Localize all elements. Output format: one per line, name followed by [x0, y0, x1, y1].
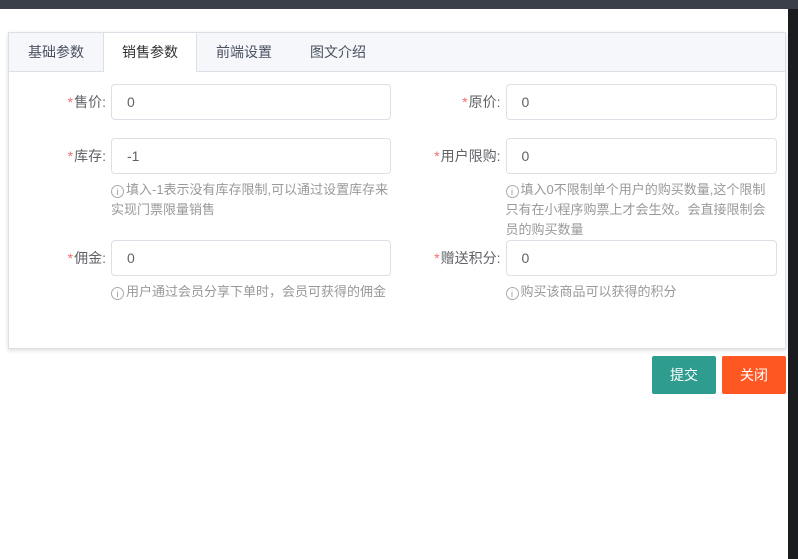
- info-icon: [506, 185, 519, 198]
- tab-basic-params[interactable]: 基础参数: [9, 33, 103, 71]
- price-label: *售价:: [9, 84, 111, 120]
- commission-hint: 用户通过会员分享下单时，会员可获得的佣金: [111, 282, 391, 302]
- required-marker: *: [68, 94, 73, 110]
- required-marker: *: [68, 148, 73, 164]
- original-price-field: *原价:: [396, 84, 783, 120]
- tab-sales-params[interactable]: 销售参数: [103, 33, 197, 71]
- modal-content: 基础参数 销售参数 前端设置 图文介绍 *售价: *原价:: [8, 32, 786, 394]
- commission-label: *佣金:: [9, 240, 111, 276]
- action-bar: 提交 关闭: [8, 356, 786, 394]
- commission-input[interactable]: [111, 240, 391, 276]
- tab-frontend-settings[interactable]: 前端设置: [197, 33, 291, 71]
- points-label: *赠送积分:: [396, 240, 506, 276]
- tab-bar: 基础参数 销售参数 前端设置 图文介绍: [9, 33, 785, 72]
- form-row: *售价: *原价:: [9, 84, 782, 120]
- price-input[interactable]: [111, 84, 391, 120]
- tabs-card: 基础参数 销售参数 前端设置 图文介绍 *售价: *原价:: [8, 32, 786, 349]
- submit-button[interactable]: 提交: [652, 356, 716, 394]
- required-marker: *: [462, 94, 467, 110]
- stock-label: *库存:: [9, 138, 111, 174]
- form-row: *佣金: 用户通过会员分享下单时，会员可获得的佣金 *赠送积分:: [9, 240, 782, 302]
- points-input[interactable]: [506, 240, 778, 276]
- stock-hint: 填入-1表示没有库存限制,可以通过设置库存来实现门票限量销售: [111, 180, 391, 220]
- commission-field: *佣金: 用户通过会员分享下单时，会员可获得的佣金: [9, 240, 396, 302]
- user-limit-label: *用户限购:: [396, 138, 506, 174]
- user-limit-hint: 填入0不限制单个用户的购买数量,这个限制只有在小程序购票上才会生效。会直接限制会…: [506, 180, 778, 240]
- user-limit-input[interactable]: [506, 138, 778, 174]
- user-limit-field: *用户限购: 填入0不限制单个用户的购买数量,这个限制只有在小程序购票上才会生效…: [396, 138, 783, 240]
- right-edge-strip: [788, 9, 798, 559]
- stock-field: *库存: 填入-1表示没有库存限制,可以通过设置库存来实现门票限量销售: [9, 138, 396, 240]
- required-marker: *: [434, 148, 439, 164]
- form-row: *库存: 填入-1表示没有库存限制,可以通过设置库存来实现门票限量销售 *用户限…: [9, 138, 782, 240]
- required-marker: *: [68, 250, 73, 266]
- required-marker: *: [434, 250, 439, 266]
- close-button[interactable]: 关闭: [722, 356, 786, 394]
- info-icon: [111, 185, 124, 198]
- top-window-bar: [0, 0, 798, 9]
- price-field: *售价:: [9, 84, 396, 120]
- info-icon: [111, 287, 124, 300]
- tab-image-text-intro[interactable]: 图文介绍: [291, 33, 385, 71]
- info-icon: [506, 287, 519, 300]
- tab-panel-sales-params: *售价: *原价:: [9, 72, 785, 348]
- points-field: *赠送积分: 购买该商品可以获得的积分: [396, 240, 783, 302]
- points-hint: 购买该商品可以获得的积分: [506, 282, 778, 302]
- original-price-label: *原价:: [396, 84, 506, 120]
- stock-input[interactable]: [111, 138, 391, 174]
- original-price-input[interactable]: [506, 84, 778, 120]
